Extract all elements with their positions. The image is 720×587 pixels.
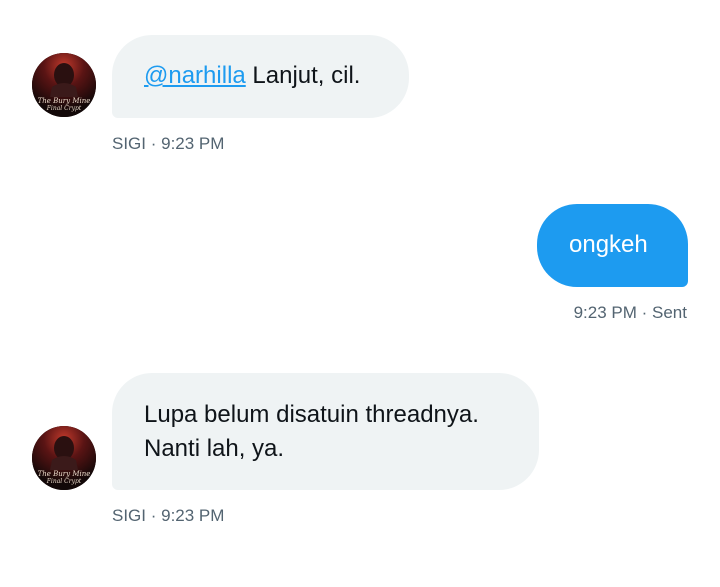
- message-text: Lanjut, cil.: [245, 62, 361, 89]
- timestamp: 9:23 PM: [573, 303, 637, 322]
- timestamp: 9:23 PM: [161, 506, 225, 525]
- message-bubble[interactable]: ongkeh: [537, 204, 688, 287]
- mention-link[interactable]: @narhilla: [144, 62, 246, 89]
- separator-dot: ·: [146, 506, 162, 525]
- message-text-line: Lupa belum disatuin threadnya.: [144, 401, 479, 428]
- delivery-status: Sent: [652, 303, 687, 322]
- message-text-line: Nanti lah, ya.: [144, 435, 285, 462]
- svg-text:Final Crypt: Final Crypt: [46, 478, 82, 485]
- timestamp: 9:23 PM: [161, 134, 225, 153]
- user-avatar-icon: The Bury Mine Final Crypt: [32, 426, 96, 490]
- message-bubble[interactable]: @narhilla Lanjut, cil.: [112, 35, 409, 118]
- message-meta: SIGI · 9:23 PM: [112, 134, 224, 154]
- sender-avatar[interactable]: The Bury Mine Final Crypt: [32, 53, 96, 117]
- user-avatar-icon: The Bury Mine Final Crypt: [32, 53, 96, 117]
- message-bubble[interactable]: Lupa belum disatuin threadnya. Nanti lah…: [112, 373, 539, 490]
- sender-name[interactable]: SIGI: [112, 134, 146, 153]
- svg-text:The Bury Mine: The Bury Mine: [38, 97, 91, 105]
- separator-dot: ·: [146, 134, 162, 153]
- message-text: ongkeh: [569, 231, 648, 258]
- sender-avatar[interactable]: The Bury Mine Final Crypt: [32, 426, 96, 490]
- separator-dot: ·: [636, 303, 653, 322]
- message-meta: SIGI · 9:23 PM: [112, 506, 224, 526]
- message-meta: 9:23 PM · Sent: [574, 303, 687, 323]
- sender-name[interactable]: SIGI: [112, 506, 146, 525]
- svg-text:The Bury Mine: The Bury Mine: [38, 470, 91, 478]
- svg-text:Final Crypt: Final Crypt: [46, 105, 82, 112]
